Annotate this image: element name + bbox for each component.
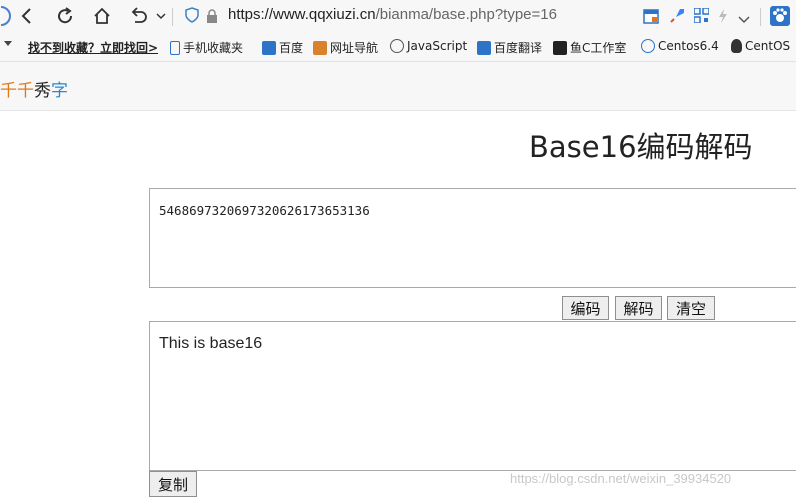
site-header: 千千秀字	[0, 62, 796, 111]
bookmark-label: JavaScript	[407, 39, 468, 53]
bookmark-label: 鱼C工作室	[570, 41, 627, 55]
url-host: https://www.qqxiuzi.cn	[228, 6, 376, 23]
decode-button[interactable]: 解码	[615, 296, 662, 320]
encode-button[interactable]: 编码	[562, 296, 609, 320]
undo-icon[interactable]	[128, 5, 150, 27]
toolbar-divider	[760, 8, 761, 26]
bookmark-label: 找不到收藏？立即找回>	[28, 41, 159, 55]
browser-toolbar: https://www.qqxiuzi.cn/bianma/base.php?t…	[0, 0, 796, 33]
toolbar-divider	[172, 8, 173, 26]
bookmark-mobile-favorites[interactable]: 手机收藏夹	[170, 39, 243, 56]
bookmark-centos[interactable]: CentOS	[731, 39, 790, 53]
paw-icon	[262, 40, 276, 55]
bookmark-recover[interactable]: 找不到收藏？立即找回>	[28, 39, 158, 56]
bookmark-label: 网址导航	[330, 41, 379, 55]
clear-button[interactable]: 清空	[667, 296, 715, 320]
back-icon[interactable]	[16, 5, 38, 27]
refresh-icon[interactable]	[54, 5, 76, 27]
logo-part1: 千千	[0, 81, 34, 100]
input-textarea[interactable]: 5468697320697320626173653136	[149, 188, 796, 288]
site-logo[interactable]: 千千秀字	[0, 76, 68, 101]
bookmark-label: 手机收藏夹	[183, 41, 244, 55]
bookmark-baidu-translate[interactable]: 百度翻译	[477, 39, 542, 56]
fc-icon	[553, 40, 567, 55]
centos-icon	[641, 39, 655, 53]
bookmark-label: Centos6.4	[658, 39, 719, 53]
url-text[interactable]: https://www.qqxiuzi.cn/bianma/base.php?t…	[228, 6, 557, 23]
globe-icon	[390, 39, 404, 53]
chevron-down-icon[interactable]	[738, 10, 750, 29]
page-title: Base16编码解码	[529, 130, 753, 164]
bookmark-javascript[interactable]: JavaScript	[390, 39, 467, 53]
phone-icon	[170, 40, 180, 55]
paw-icon[interactable]	[770, 6, 790, 30]
bookmarks-bar: 找不到收藏？立即找回> 手机收藏夹 百度 网址导航 JavaScript 百度翻…	[0, 33, 796, 62]
penguin-icon	[731, 39, 742, 53]
lock-icon	[205, 8, 219, 27]
url-path: /bianma/base.php?type=16	[375, 6, 557, 23]
home-icon[interactable]	[91, 5, 113, 27]
chevron-down-icon[interactable]	[150, 5, 172, 27]
chevron-down-icon[interactable]	[4, 41, 12, 47]
bookmark-label: CentOS	[745, 39, 791, 53]
bookmark-label: 百度翻译	[494, 41, 543, 55]
translate-icon	[477, 40, 491, 55]
bookmark-baidu[interactable]: 百度	[262, 39, 303, 56]
logo-part3: 字	[51, 81, 68, 100]
logo-part2: 秀	[34, 81, 51, 100]
copy-button[interactable]: 复制	[149, 471, 197, 497]
bookmark-label: 百度	[279, 41, 304, 55]
calendar-icon[interactable]	[643, 8, 659, 28]
bookmark-centos64[interactable]: Centos6.4	[641, 39, 719, 53]
output-textarea[interactable]: This is base16	[149, 321, 796, 471]
lightning-icon[interactable]	[717, 8, 729, 28]
rocket-icon[interactable]	[668, 7, 686, 29]
shield-icon	[184, 7, 200, 27]
hao123-icon	[313, 40, 327, 55]
bookmark-fishc[interactable]: 鱼C工作室	[553, 39, 626, 56]
bookmark-hao123[interactable]: 网址导航	[313, 39, 378, 56]
qrcode-icon[interactable]	[693, 7, 710, 27]
watermark: https://blog.csdn.net/weixin_39934520	[510, 471, 732, 486]
